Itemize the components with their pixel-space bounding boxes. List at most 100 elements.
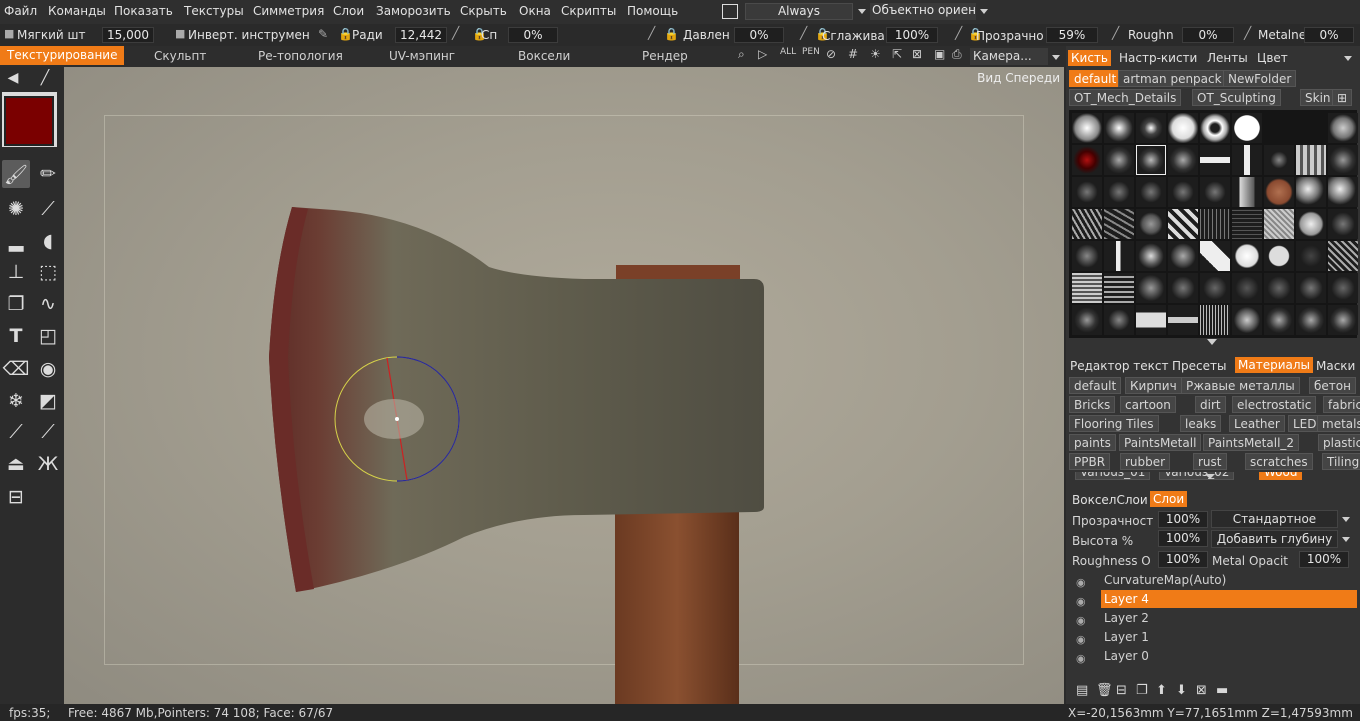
material-cartoon[interactable]: cartoon bbox=[1120, 396, 1176, 413]
duplicate-layer-icon[interactable]: ❐ bbox=[1136, 683, 1148, 698]
slash-icon[interactable]: ╱ bbox=[452, 26, 459, 40]
pressure-field[interactable]: 0% bbox=[734, 27, 784, 43]
brush-thumb[interactable] bbox=[1104, 305, 1134, 335]
radius-field[interactable]: 12,442 bbox=[395, 27, 447, 43]
brush-thumb[interactable] bbox=[1328, 241, 1358, 271]
brushset-default[interactable]: default bbox=[1069, 70, 1122, 87]
eyedropper-icon[interactable]: ⟋ bbox=[34, 418, 62, 446]
menu-help[interactable]: Помощь bbox=[627, 4, 678, 18]
all-icon[interactable]: ALL bbox=[780, 47, 796, 57]
slash-icon[interactable]: ╱ bbox=[955, 26, 962, 40]
tab-strips[interactable]: Ленты bbox=[1204, 50, 1251, 66]
grid-icon[interactable]: # bbox=[848, 47, 858, 61]
clear-layer-icon[interactable]: ⊠ bbox=[1196, 683, 1207, 698]
always-dropdown[interactable]: Always bbox=[745, 3, 853, 20]
brush-thumb[interactable] bbox=[1104, 273, 1134, 303]
brush-thumb[interactable] bbox=[1168, 305, 1198, 335]
camera-dropdown[interactable]: Камера... bbox=[970, 48, 1048, 65]
brushset-newfolder[interactable]: NewFolder bbox=[1223, 70, 1297, 87]
dropper-icon[interactable]: ╱ bbox=[34, 67, 56, 89]
tab-brush[interactable]: Кисть bbox=[1068, 50, 1111, 66]
metalness-field[interactable]: 0% bbox=[1304, 27, 1354, 43]
layer-metal-field[interactable]: 100% bbox=[1299, 551, 1349, 568]
roughness-field[interactable]: 0% bbox=[1182, 27, 1234, 43]
brush-thumb[interactable] bbox=[1136, 177, 1166, 207]
brush-thumb[interactable] bbox=[1296, 305, 1326, 335]
brush-thumb[interactable] bbox=[1200, 273, 1230, 303]
tab-texturing[interactable]: Текстурирование bbox=[0, 46, 125, 65]
material-tiling[interactable]: Tiling bbox=[1322, 453, 1360, 470]
brush-thumb[interactable] bbox=[1264, 241, 1294, 271]
lock-icon[interactable]: 🔒 bbox=[338, 27, 353, 41]
brush-thumb[interactable] bbox=[1168, 145, 1198, 175]
layer-row[interactable]: ◉ CurvatureMap(Auto) bbox=[1074, 571, 1354, 589]
iron-icon[interactable]: ⏏ bbox=[2, 450, 30, 478]
brush-thumb[interactable] bbox=[1232, 145, 1262, 175]
brush-thumb[interactable] bbox=[1136, 305, 1166, 335]
brush-thumb[interactable] bbox=[1200, 145, 1230, 175]
airbrush-icon[interactable]: ✺ bbox=[2, 195, 30, 223]
material-plastic[interactable]: plastic bbox=[1318, 434, 1360, 451]
brush-thumb[interactable] bbox=[1296, 145, 1326, 175]
selection-icon[interactable]: ⬚ bbox=[34, 258, 62, 286]
brush-thumb[interactable] bbox=[1232, 273, 1262, 303]
expand-brushes-icon[interactable] bbox=[1207, 339, 1217, 345]
brushset-ot-sculpting[interactable]: OT_Sculpting bbox=[1192, 89, 1281, 106]
menu-symmetry[interactable]: Симметрия bbox=[253, 4, 324, 18]
smooth-field[interactable]: 100% bbox=[886, 27, 938, 43]
brush-thumb[interactable] bbox=[1072, 305, 1102, 335]
brush-icon[interactable]: 🖌 bbox=[2, 160, 30, 188]
tab-masks[interactable]: Маски bbox=[1313, 358, 1357, 374]
tab-presets[interactable]: Пресеты bbox=[1169, 358, 1229, 374]
material-various-01[interactable]: Various_01 bbox=[1075, 472, 1151, 480]
tab-brush-settings[interactable]: Настр-кисти bbox=[1116, 50, 1200, 66]
play-icon[interactable]: ▷ bbox=[758, 47, 767, 61]
brush-thumb[interactable] bbox=[1328, 113, 1358, 143]
tab-texture-editor[interactable]: Редактор текст bbox=[1067, 358, 1172, 374]
stamp-icon[interactable]: ⊥ bbox=[2, 258, 30, 286]
material-default[interactable]: default bbox=[1069, 377, 1122, 394]
brush-thumb[interactable] bbox=[1264, 305, 1294, 335]
material-paintsmetall-2[interactable]: PaintsMetall_2 bbox=[1203, 434, 1300, 451]
layer-row[interactable]: ◉ Layer 1 bbox=[1074, 628, 1354, 646]
material-leather[interactable]: Leather bbox=[1229, 415, 1285, 432]
material-dirt[interactable]: dirt bbox=[1195, 396, 1226, 413]
brush-thumb[interactable] bbox=[1104, 113, 1134, 143]
blend-mode-dropdown[interactable]: Стандартное bbox=[1211, 510, 1338, 528]
menu-textures[interactable]: Текстуры bbox=[184, 4, 244, 18]
material-rubber[interactable]: rubber bbox=[1120, 453, 1171, 470]
lock-icon[interactable]: 🔒 bbox=[664, 27, 679, 41]
brush-thumb[interactable] bbox=[1232, 305, 1262, 335]
tab-retopology[interactable]: Ре-топология bbox=[258, 49, 343, 63]
brush-thumb[interactable] bbox=[1232, 177, 1262, 207]
brush-thumb[interactable] bbox=[1168, 177, 1198, 207]
menu-commands[interactable]: Команды bbox=[48, 4, 106, 18]
layer-row-active[interactable]: ◉ Layer 4 bbox=[1074, 590, 1357, 608]
material-flooring-tiles[interactable]: Flooring Tiles bbox=[1069, 415, 1159, 432]
brush-thumb[interactable] bbox=[1072, 113, 1102, 143]
bucket-icon[interactable]: ◖ bbox=[34, 227, 62, 255]
brush-thumb[interactable] bbox=[1104, 145, 1134, 175]
pencil-icon[interactable]: ✏ bbox=[34, 160, 62, 188]
slash-icon[interactable]: ╱ bbox=[1112, 26, 1119, 40]
brush-thumb[interactable] bbox=[1136, 273, 1166, 303]
smudge-icon[interactable]: ▂ bbox=[2, 227, 30, 255]
camera-icon[interactable]: ⎙ bbox=[952, 47, 962, 62]
brush-thumb[interactable] bbox=[1296, 241, 1326, 271]
gear-icon[interactable]: ❄ bbox=[2, 387, 30, 415]
chevron-down-icon[interactable] bbox=[980, 9, 988, 14]
material-wood[interactable]: Wood bbox=[1259, 472, 1303, 480]
eye-icon[interactable]: ◉ bbox=[1076, 650, 1086, 668]
picker-icon[interactable]: ⟋ bbox=[2, 418, 30, 446]
always-checkbox[interactable] bbox=[722, 4, 738, 19]
move-down-icon[interactable]: ⬇ bbox=[1176, 683, 1187, 698]
tab-materials[interactable]: Материалы bbox=[1235, 357, 1313, 373]
eye-icon[interactable]: ◉ bbox=[34, 355, 62, 383]
material-fabric[interactable]: fabric bbox=[1323, 396, 1360, 413]
tab-layers[interactable]: Слои bbox=[1150, 491, 1188, 507]
brush-thumb[interactable] bbox=[1136, 113, 1166, 143]
merge-layer-icon[interactable]: ⊟ bbox=[1116, 683, 1127, 698]
invert-checkbox[interactable]: ■ bbox=[175, 27, 185, 40]
expand-materials-icon[interactable] bbox=[1205, 474, 1215, 479]
material-rusty-metals[interactable]: Ржавые металлы bbox=[1181, 377, 1300, 394]
